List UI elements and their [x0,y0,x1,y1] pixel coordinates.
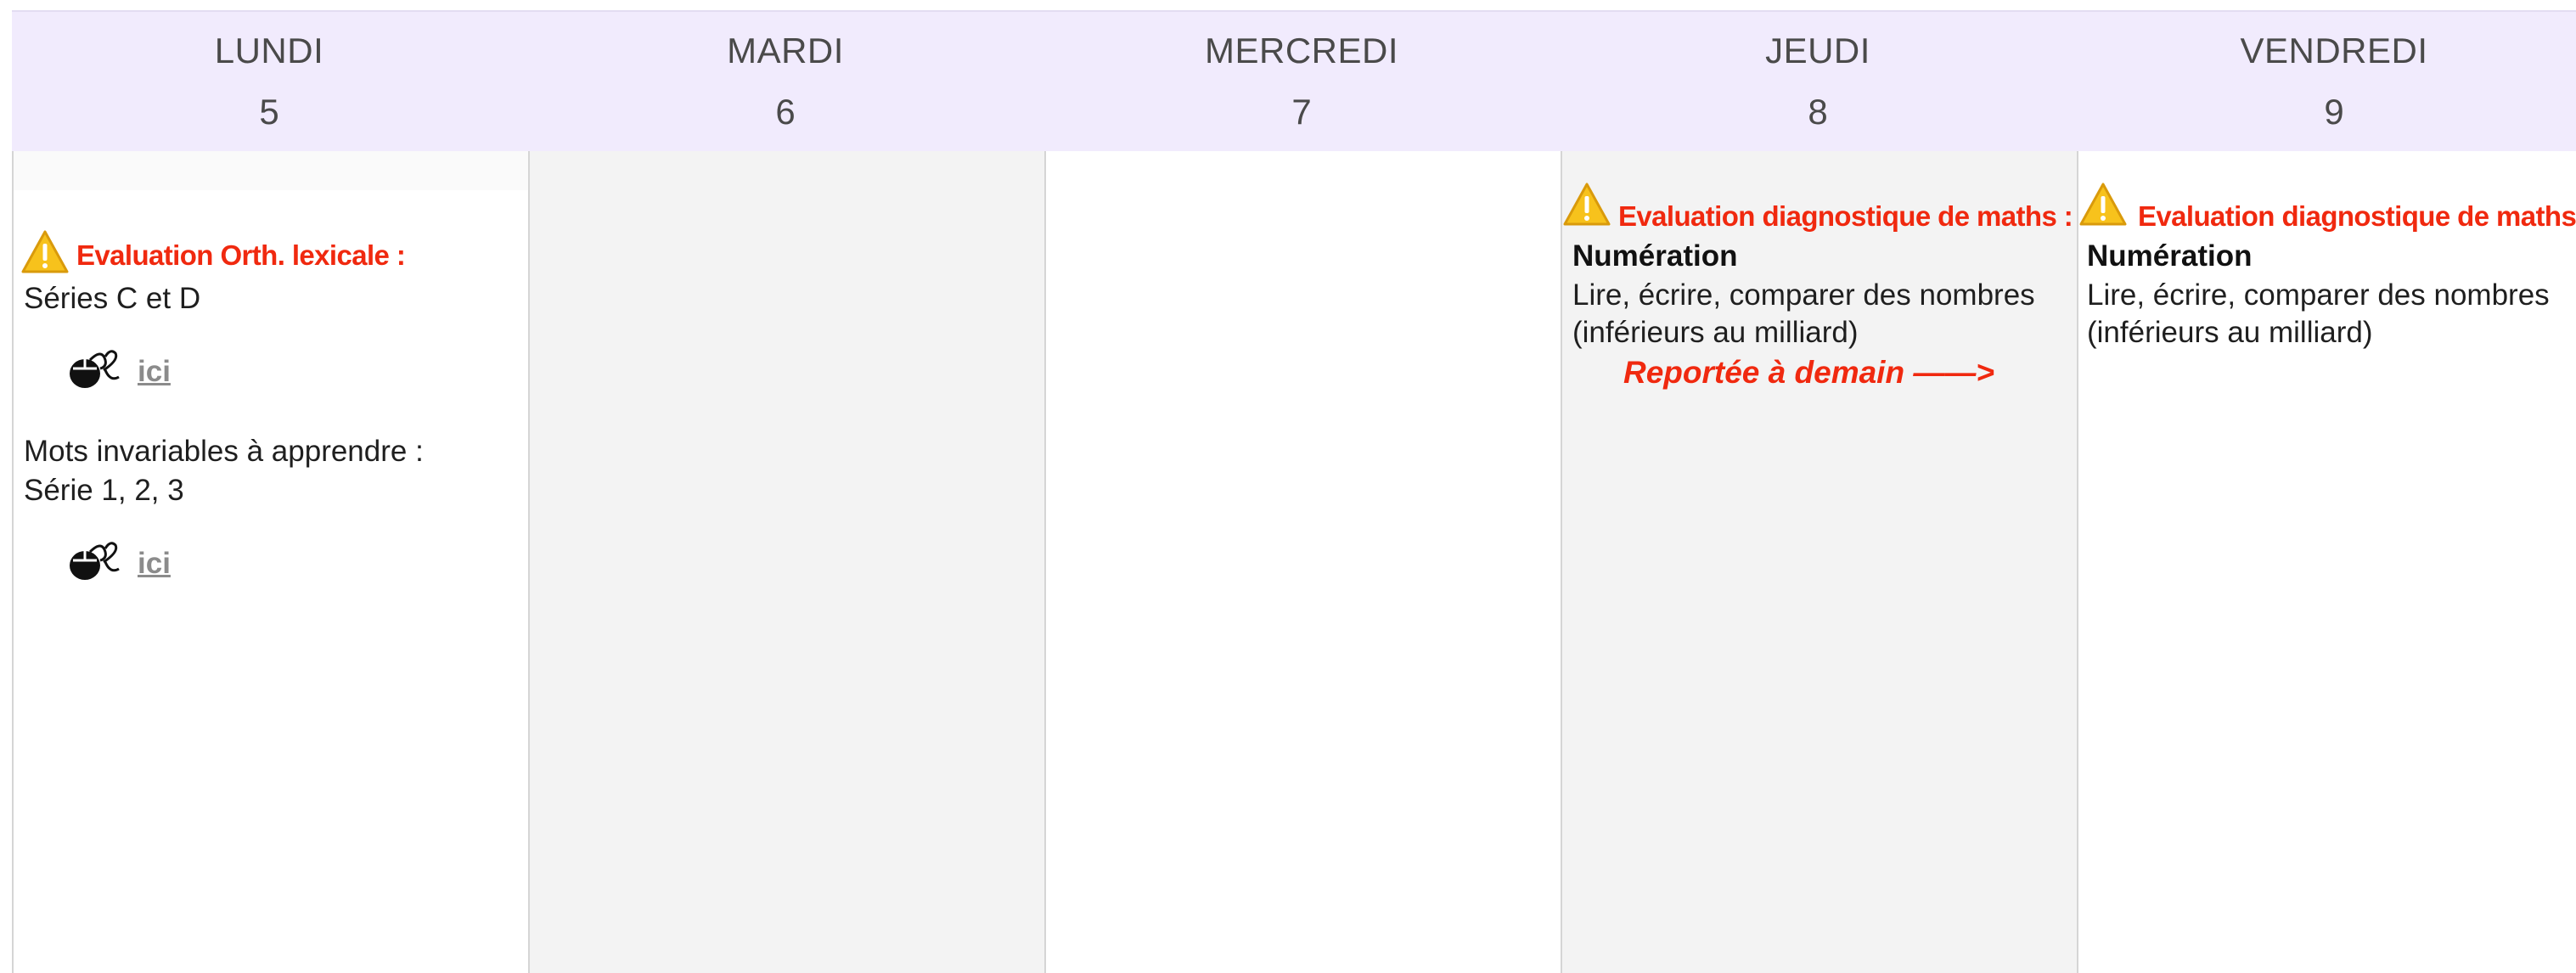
mouse-icon[interactable] [66,348,122,391]
link-ici[interactable]: ici [138,547,171,581]
all-day-strip [14,151,528,190]
mouse-icon[interactable] [66,540,122,582]
reported-notice: Reportée à demain ——> [1623,355,1994,390]
warning-icon [21,230,69,273]
week-calendar: LUNDI 5 MARDI 6 MERCREDI 7 JEUDI 8 VENDR… [0,0,2576,973]
day-number: 7 [1291,92,1312,132]
day-column-mardi[interactable] [528,151,1044,973]
day-number: 8 [1808,92,1828,132]
event-detail: Lire, écrire, comparer des nombres [2087,278,2550,312]
day-name: LUNDI [214,31,324,70]
event-detail: (inférieurs au milliard) [2087,316,2373,349]
day-column-lundi[interactable]: Evaluation Orth. lexicale : Séries C et … [12,151,528,973]
day-name: MARDI [727,31,844,70]
event-detail: Série 1, 2, 3 [24,474,184,507]
day-header-mercredi[interactable]: MERCREDI 7 [1044,12,1559,153]
event-title[interactable]: Evaluation Orth. lexicale : [76,239,406,272]
event-title[interactable]: Evaluation diagnostique de maths : [2138,200,2576,233]
day-number: 9 [2324,92,2344,132]
day-name: VENDREDI [2240,31,2428,70]
day-column-vendredi[interactable]: Evaluation diagnostique de maths : Numér… [2077,151,2576,973]
warning-icon [1563,183,1611,226]
day-header-jeudi[interactable]: JEUDI 8 [1561,12,2075,153]
day-header-mardi[interactable]: MARDI 6 [528,12,1043,153]
day-number: 5 [259,92,279,132]
event-detail: Lire, écrire, comparer des nombres [1572,278,2035,312]
event-subject: Numération [2087,239,2253,273]
day-header-vendredi[interactable]: VENDREDI 9 [2077,12,2576,153]
event-title[interactable]: Evaluation diagnostique de maths : [1618,200,2073,233]
calendar-header: LUNDI 5 MARDI 6 MERCREDI 7 JEUDI 8 VENDR… [12,10,2576,151]
day-header-lundi[interactable]: LUNDI 5 [12,12,526,153]
day-column-mercredi[interactable] [1044,151,1561,973]
warning-icon [2079,183,2127,226]
day-column-jeudi[interactable]: Evaluation diagnostique de maths : Numér… [1561,151,2077,973]
link-ici[interactable]: ici [138,355,171,389]
event-detail: (inférieurs au milliard) [1572,316,1859,349]
day-number: 6 [775,92,796,132]
event-detail: Séries C et D [24,282,201,315]
event-subject: Numération [1572,239,1738,273]
day-name: JEUDI [1765,31,1870,70]
day-name: MERCREDI [1204,31,1398,70]
event-detail: Mots invariables à apprendre : [24,435,424,468]
